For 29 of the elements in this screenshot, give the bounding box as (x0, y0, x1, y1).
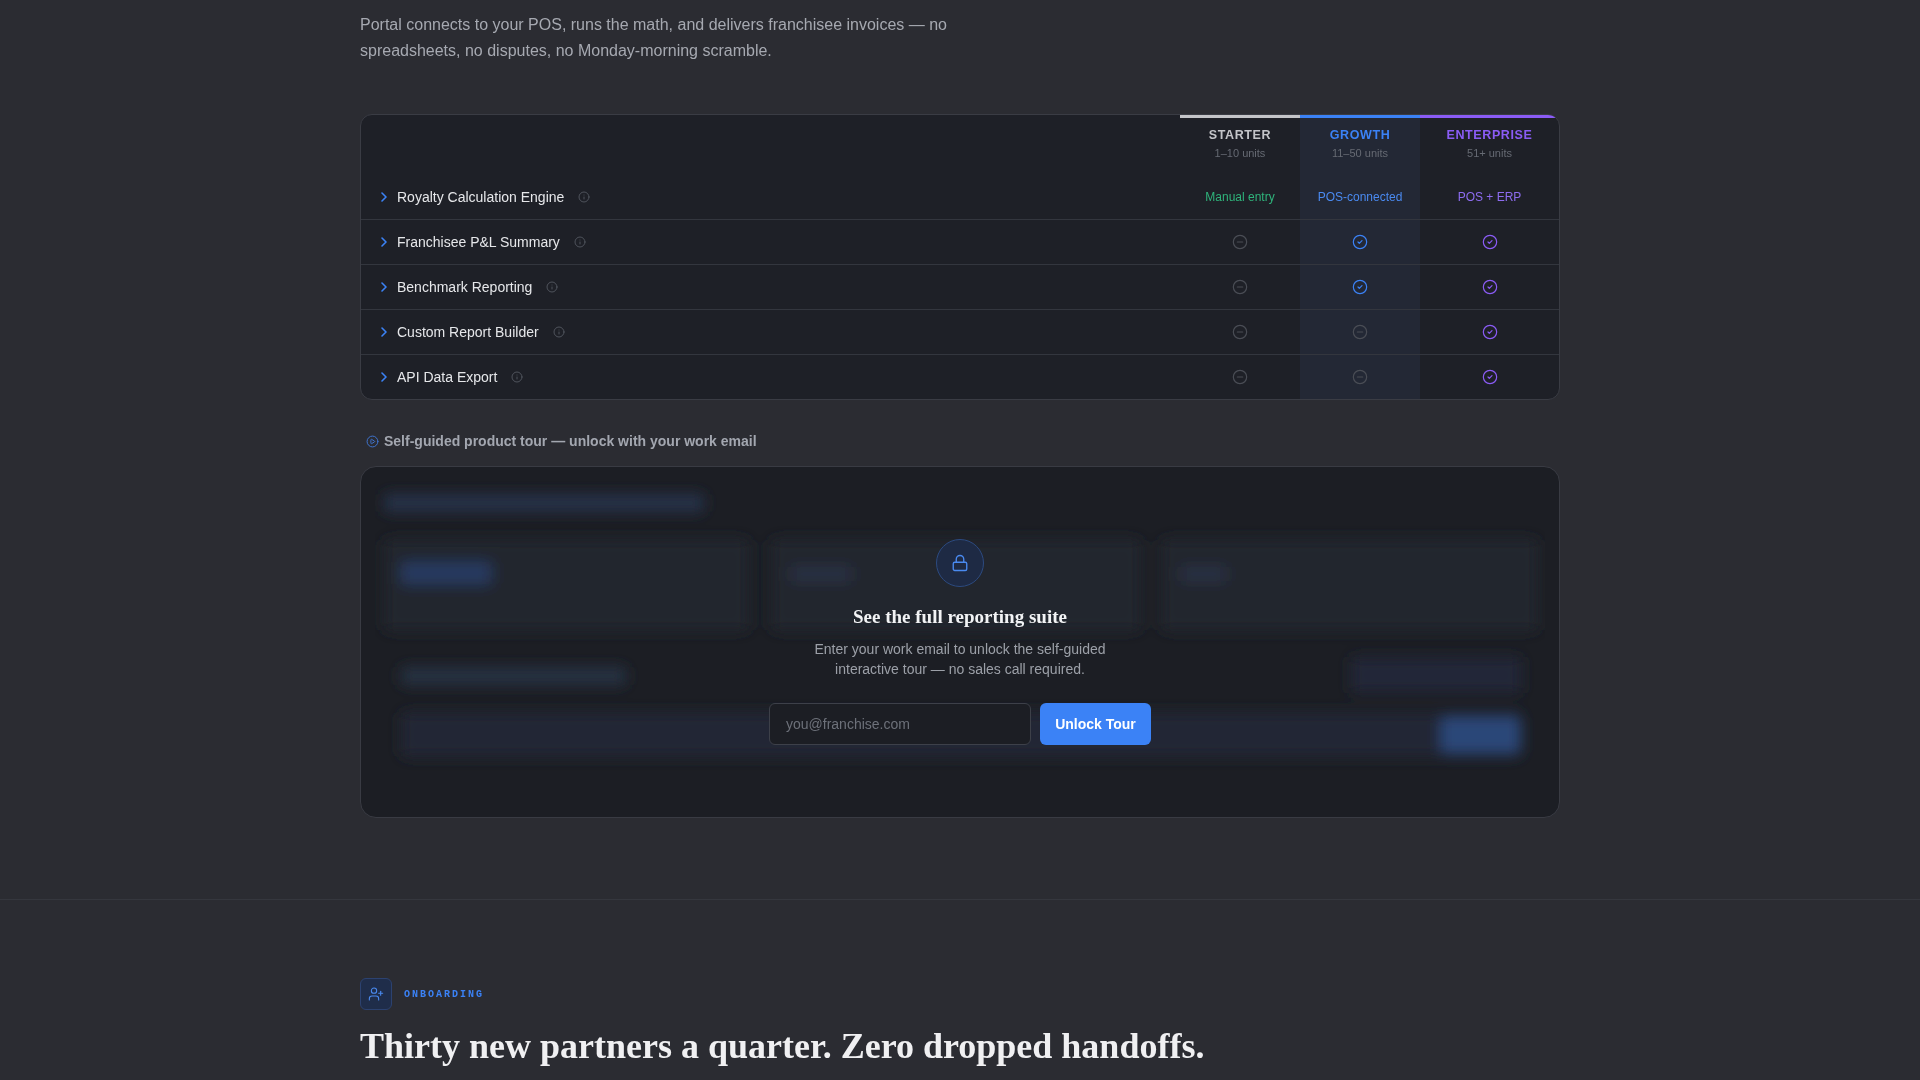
feature-name: Benchmark Reporting (397, 278, 533, 296)
intro-paragraph: Portal connects to your POS, runs the math, and delivers franchisee invoices — no spreadsheets, no disputes, no Monday-morning scramble. (360, 15, 948, 61)
section-heading: Thirty new partners a quarter. Zero dropped handoffs. (360, 1025, 1206, 1068)
tour-description: Enter your work email to unlock the self-guided interactive tour — no sales call required. (813, 640, 1107, 679)
feature-name: API Data Export (397, 368, 498, 386)
tier-units: 51+ units (1467, 146, 1512, 160)
chevron-icon[interactable] (381, 282, 387, 292)
tier-value: Manual entry (1205, 189, 1275, 205)
feature-name: Royalty Calculation Engine (397, 188, 565, 206)
user-plus-icon (360, 978, 392, 1010)
tier-name: ENTERPRISE (1446, 127, 1533, 143)
tier-name: GROWTH (1329, 127, 1391, 143)
unlock-tour-button[interactable]: Unlock Tour (1040, 703, 1151, 745)
feature-name: Custom Report Builder (397, 323, 539, 341)
chevron-icon[interactable] (381, 372, 387, 382)
section-eyebrow: ONBOARDING (404, 988, 484, 1000)
tour-heading: See the full reporting suite (853, 605, 1067, 629)
chevron-icon[interactable] (381, 192, 387, 202)
email-field[interactable]: you@franchise.com (769, 703, 1031, 745)
tour-label: Self-guided product tour — unlock with your work email (384, 432, 757, 450)
chevron-icon[interactable] (381, 237, 387, 247)
tier-units: 11–50 units (1331, 146, 1389, 160)
tier-value: POS + ERP (1457, 189, 1522, 205)
tier-units: 1–10 units (1214, 146, 1266, 160)
play-circle-icon (366, 434, 379, 448)
chevron-icon[interactable] (381, 327, 387, 337)
feature-name: Franchisee P&L Summary (397, 233, 560, 251)
tier-value: POS-connected (1317, 189, 1403, 205)
tier-name: STARTER (1208, 127, 1272, 143)
